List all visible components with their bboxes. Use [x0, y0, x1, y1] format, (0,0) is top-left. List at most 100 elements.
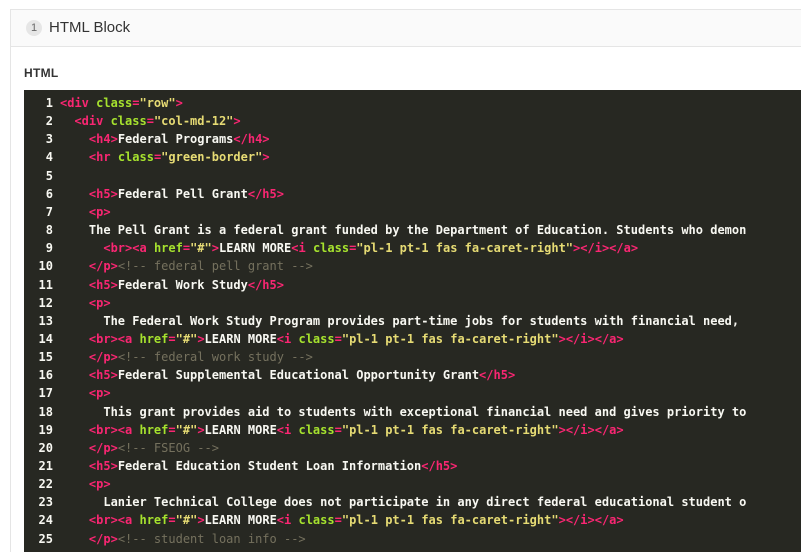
- line-number: 10: [38, 259, 53, 274]
- code-line[interactable]: 11 <h5>Federal Work Study</h5>: [24, 276, 801, 294]
- code-line[interactable]: 16 <h5>Federal Supplemental Educational …: [24, 366, 801, 384]
- code-token-str: "pl-1 pt-1 fas fa-caret-right": [341, 331, 559, 346]
- code-token-cmt: <!-- FSEOG -->: [117, 440, 219, 455]
- code-line[interactable]: 6 <h5>Federal Pell Grant</h5>: [24, 185, 801, 203]
- code-token-txt: This grant provides aid to students with…: [103, 404, 747, 419]
- code-text: <h5>Federal Pell Grant</h5>: [60, 185, 284, 203]
- code-line[interactable]: 3 <h4>Federal Programs</h4>: [24, 130, 801, 148]
- code-token-tag: </h5>: [421, 459, 458, 473]
- code-line[interactable]: 18 This grant provides aid to students w…: [24, 403, 801, 421]
- code-token-tag: </h5>: [247, 186, 284, 201]
- code-line[interactable]: 22 <p>: [24, 475, 801, 493]
- line-number: 20: [38, 440, 53, 455]
- code-token-tag: <i: [276, 422, 299, 437]
- code-token-tag: <h5>: [88, 186, 118, 201]
- code-line[interactable]: 7 <p>: [24, 203, 801, 221]
- code-line[interactable]: 14 <br><a href="#">LEARN MORE<i class="p…: [24, 330, 801, 348]
- code-token-tag: >: [197, 422, 205, 437]
- code-token-txt: LEARN MORE: [219, 241, 292, 256]
- code-line[interactable]: 15 </p><!-- federal work study -->: [24, 348, 801, 366]
- code-text: The Federal Work Study Program provides …: [60, 312, 739, 330]
- code-text: <br><a href="#">LEARN MORE<i class="pl-1…: [60, 421, 624, 439]
- code-token-tag: <br><a: [88, 331, 140, 346]
- line-number: 8: [45, 223, 53, 238]
- code-text: The Pell Grant is a federal grant funded…: [60, 221, 746, 239]
- code-token-tag: <h5>: [88, 368, 118, 383]
- code-line[interactable]: 13 The Federal Work Study Program provid…: [24, 312, 801, 330]
- block-number-badge: 1: [26, 20, 42, 36]
- code-line[interactable]: 8 The Pell Grant is a federal grant fund…: [24, 221, 801, 239]
- code-token-tag: >: [197, 331, 205, 346]
- line-number: 2: [45, 114, 53, 129]
- code-text: <h5>Federal Work Study</h5>: [60, 276, 284, 294]
- code-token-tag: </h4>: [233, 132, 270, 147]
- code-line[interactable]: 20 </p><!-- FSEOG -->: [24, 439, 801, 457]
- code-token-tag: <h5>: [88, 277, 118, 292]
- line-number: 3: [45, 132, 53, 147]
- code-token-txt: LEARN MORE: [204, 422, 277, 437]
- code-line[interactable]: 25 </p><!-- student loan info -->: [24, 530, 801, 548]
- code-token-tag: =: [146, 114, 154, 129]
- block-title: HTML Block: [49, 19, 131, 36]
- line-number: 12: [38, 295, 53, 310]
- code-line[interactable]: 4 <hr class="green-border">: [24, 148, 801, 166]
- line-number: 13: [38, 313, 53, 328]
- code-text: <p>: [60, 475, 111, 493]
- code-token-tag: >: [211, 241, 219, 256]
- code-editor[interactable]: 1 <div class="row"> 2 <div class="col-md-1…: [24, 90, 801, 552]
- code-token-tag: ></i></a>: [558, 422, 624, 437]
- line-number: 7: [45, 204, 53, 219]
- code-token-tag: ></i></a>: [558, 513, 624, 528]
- code-token-tag: <br><a: [88, 422, 140, 437]
- code-token-str: "pl-1 pt-1 fas fa-caret-right": [341, 513, 559, 528]
- code-text: </p><!-- student loan info -->: [60, 530, 306, 548]
- code-line[interactable]: 21 <h5>Federal Education Student Loan In…: [24, 457, 801, 475]
- code-token-str: "pl-1 pt-1 fas fa-caret-right": [356, 241, 574, 256]
- code-text: </p><!-- federal pell grant -->: [60, 257, 313, 275]
- code-token-tag: =: [334, 513, 342, 528]
- line-number: 23: [38, 495, 53, 510]
- code-token-attr: href: [153, 241, 183, 256]
- code-line[interactable]: 10 </p><!-- federal pell grant -->: [24, 257, 801, 275]
- code-line[interactable]: 12 <p>: [24, 294, 801, 312]
- code-text: <div class="col-md-12">: [60, 112, 240, 130]
- line-number: 25: [38, 531, 53, 546]
- code-line[interactable]: 9 <br><a href="#">LEARN MORE<i class="pl…: [24, 239, 801, 257]
- code-token-tag: <p>: [88, 386, 111, 401]
- code-line[interactable]: 17 <p>: [24, 384, 801, 402]
- line-number: 5: [45, 168, 53, 183]
- code-token-tag: <h5>: [88, 459, 118, 473]
- code-line[interactable]: 24 <br><a href="#">LEARN MORE<i class="p…: [24, 511, 801, 529]
- code-text: <p>: [60, 294, 111, 312]
- code-text: <br><a href="#">LEARN MORE<i class="pl-1…: [60, 330, 624, 348]
- code-line[interactable]: 2 <div class="col-md-12">: [24, 112, 801, 130]
- line-number: 15: [38, 350, 53, 365]
- code-line[interactable]: 1 <div class="row">: [24, 94, 801, 112]
- code-token-tag: =: [168, 331, 176, 346]
- code-token-txt: LEARN MORE: [204, 513, 277, 528]
- code-token-txt: Federal Pell Grant: [117, 186, 248, 201]
- code-text: <h5>Federal Education Student Loan Infor…: [60, 457, 457, 475]
- block-header[interactable]: 1 HTML Block: [10, 9, 801, 47]
- line-number: 17: [38, 386, 53, 401]
- code-token-attr: class: [298, 422, 335, 437]
- code-line[interactable]: 5: [24, 167, 801, 185]
- code-token-tag: >: [262, 150, 270, 165]
- code-line[interactable]: 19 <br><a href="#">LEARN MORE<i class="p…: [24, 421, 801, 439]
- line-number: 1: [45, 96, 53, 110]
- code-line[interactable]: 23 Lanier Technical College does not par…: [24, 493, 801, 511]
- code-token-str: "#": [175, 422, 198, 437]
